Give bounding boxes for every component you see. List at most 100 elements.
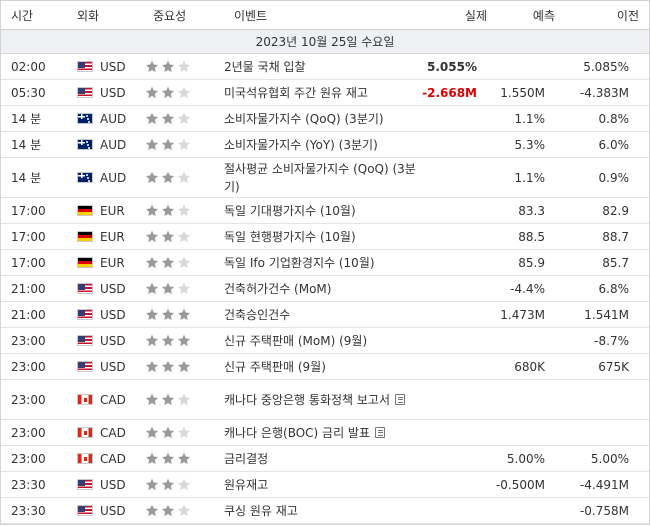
event-forecast: 1.1% — [514, 170, 546, 185]
event-name[interactable]: 미국석유협회 주간 원유 재고 — [224, 86, 368, 100]
event-previous: 1.541M — [584, 307, 629, 322]
event-row[interactable]: 05:30 USD 미국석유협회 주간 원유 재고 -2.668M 1.550M -4.3… — [1, 80, 649, 106]
star-filled-icon — [145, 452, 159, 465]
event-forecast: 88.5 — [518, 229, 545, 244]
event-name[interactable]: 2년물 국채 입찰 — [224, 60, 306, 74]
event-row[interactable]: 02:00 USD 2년물 국채 입찰 5.055% 5.085% — [1, 54, 649, 80]
event-name[interactable]: 소비자물가지수 (QoQ) (3분기) — [224, 112, 384, 126]
event-row[interactable]: 23:00 USD 신규 주택판매 (9월) 680K 675K — [1, 354, 649, 380]
document-icon[interactable] — [395, 393, 406, 405]
importance-stars — [133, 478, 220, 491]
event-row[interactable]: 21:00 USD 건축허가건수 (MoM) -4.4% 6.8% — [1, 276, 649, 302]
event-name-cell[interactable]: 절사평균 소비자물가지수 (QoQ) (3분기) — [220, 160, 417, 196]
star-filled-icon — [161, 230, 175, 243]
flag-us-icon — [77, 283, 93, 294]
event-time: 21:00 — [11, 281, 46, 296]
flag-de-icon — [77, 257, 93, 268]
header-currency[interactable]: 외화 — [67, 7, 143, 24]
event-row[interactable]: 23:00 CAD 캐나다 은행(BOC) 금리 발표 — [1, 420, 649, 446]
event-name[interactable]: 캐나다 중앙은행 통화정책 보고서 — [224, 393, 390, 407]
star-filled-icon — [161, 282, 175, 295]
star-empty-icon — [177, 230, 191, 243]
event-row[interactable]: 14 분 AUD 소비자물가지수 (YoY) (3분기) 5.3% 6.0% — [1, 132, 649, 158]
star-filled-icon — [161, 504, 175, 517]
event-name[interactable]: 쿠싱 원유 재고 — [224, 504, 298, 518]
event-name-cell[interactable]: 미국석유협회 주간 원유 재고 — [220, 84, 417, 102]
event-name-cell[interactable]: 독일 기대평가지수 (10월) — [220, 202, 417, 220]
star-filled-icon — [145, 204, 159, 217]
event-name[interactable]: 절사평균 소비자물가지수 (QoQ) (3분기) — [224, 162, 416, 194]
header-forecast[interactable]: 예측 — [487, 7, 555, 24]
event-row[interactable]: 23:30 USD 쿠싱 원유 재고 -0.758M — [1, 498, 649, 524]
event-name[interactable]: 건축허가건수 (MoM) — [224, 282, 331, 296]
event-time: 17:00 — [11, 255, 46, 270]
event-name-cell[interactable]: 독일 Ifo 기업환경지수 (10월) — [220, 254, 417, 272]
event-name[interactable]: 캐나다 은행(BOC) 금리 발표 — [224, 426, 370, 440]
event-name-cell[interactable]: 독일 현행평가지수 (10월) — [220, 228, 417, 246]
event-time: 17:00 — [11, 229, 46, 244]
event-name[interactable]: 독일 현행평가지수 (10월) — [224, 230, 356, 244]
event-row[interactable]: 23:00 CAD 캐나다 중앙은행 통화정책 보고서 — [1, 380, 649, 420]
event-time: 23:00 — [11, 425, 46, 440]
event-name-cell[interactable]: 캐나다 중앙은행 통화정책 보고서 — [220, 391, 417, 409]
importance-stars — [133, 393, 220, 406]
event-row[interactable]: 14 분 AUD 절사평균 소비자물가지수 (QoQ) (3분기) 1.1% 0.9% — [1, 158, 649, 198]
event-name-cell[interactable]: 건축승인건수 — [220, 306, 417, 324]
event-row[interactable]: 17:00 EUR 독일 현행평가지수 (10월) 88.5 88.7 — [1, 224, 649, 250]
event-name[interactable]: 독일 기대평가지수 (10월) — [224, 204, 356, 218]
event-name[interactable]: 신규 주택판매 (MoM) (9월) — [224, 334, 367, 348]
currency-code: CAD — [100, 425, 126, 440]
event-name[interactable]: 신규 주택판매 (9월) — [224, 360, 326, 374]
event-name[interactable]: 독일 Ifo 기업환경지수 (10월) — [224, 256, 375, 270]
event-name-cell[interactable]: 신규 주택판매 (MoM) (9월) — [220, 332, 417, 350]
document-icon[interactable] — [375, 426, 386, 438]
star-filled-icon — [145, 112, 159, 125]
event-forecast: -4.4% — [510, 281, 545, 296]
event-name[interactable]: 소비자물가지수 (YoY) (3분기) — [224, 138, 378, 152]
event-name[interactable]: 건축승인건수 — [224, 308, 290, 322]
flag-us-icon — [77, 87, 93, 98]
event-name[interactable]: 원유재고 — [224, 478, 268, 492]
importance-stars — [133, 138, 220, 151]
event-name-cell[interactable]: 건축허가건수 (MoM) — [220, 280, 417, 298]
event-row[interactable]: 23:30 USD 원유재고 -0.500M -4.491M — [1, 472, 649, 498]
star-filled-icon — [145, 60, 159, 73]
event-row[interactable]: 21:00 USD 건축승인건수 1.473M 1.541M — [1, 302, 649, 328]
currency-code: EUR — [100, 203, 125, 218]
event-rows: 02:00 USD 2년물 국채 입찰 5.055% 5.085% 05:30 USD 미국석… — [1, 54, 649, 524]
star-filled-icon — [177, 334, 191, 347]
flag-au-icon — [77, 139, 93, 150]
event-name[interactable]: 금리결정 — [224, 452, 268, 466]
event-name-cell[interactable]: 쿠싱 원유 재고 — [220, 502, 417, 520]
event-forecast: 5.00% — [506, 451, 545, 466]
star-empty-icon — [177, 138, 191, 151]
importance-stars — [133, 308, 220, 321]
header-previous[interactable]: 이전 — [555, 7, 639, 24]
event-name-cell[interactable]: 금리결정 — [220, 450, 417, 468]
event-row[interactable]: 17:00 EUR 독일 기대평가지수 (10월) 83.3 82.9 — [1, 198, 649, 224]
event-row[interactable]: 14 분 AUD 소비자물가지수 (QoQ) (3분기) 1.1% 0.8% — [1, 106, 649, 132]
currency-code: USD — [100, 359, 126, 374]
event-row[interactable]: 23:00 USD 신규 주택판매 (MoM) (9월) -8.7% — [1, 328, 649, 354]
event-name-cell[interactable]: 소비자물가지수 (QoQ) (3분기) — [220, 110, 417, 128]
header-event[interactable]: 이벤트 — [230, 7, 427, 24]
star-filled-icon — [161, 60, 175, 73]
event-row[interactable]: 23:00 CAD 금리결정 5.00% 5.00% — [1, 446, 649, 472]
flag-ca-icon — [77, 453, 93, 464]
star-empty-icon — [177, 112, 191, 125]
event-row[interactable]: 17:00 EUR 독일 Ifo 기업환경지수 (10월) 85.9 85.7 — [1, 250, 649, 276]
star-filled-icon — [145, 308, 159, 321]
header-actual[interactable]: 실제 — [427, 7, 487, 24]
event-name-cell[interactable]: 2년물 국채 입찰 — [220, 58, 417, 76]
event-name-cell[interactable]: 캐나다 은행(BOC) 금리 발표 — [220, 424, 417, 442]
event-time: 14 분 — [11, 112, 42, 126]
header-importance[interactable]: 중요성 — [143, 7, 230, 24]
importance-stars — [133, 334, 220, 347]
currency-code: USD — [100, 281, 126, 296]
event-name-cell[interactable]: 소비자물가지수 (YoY) (3분기) — [220, 136, 417, 154]
star-filled-icon — [145, 230, 159, 243]
event-name-cell[interactable]: 원유재고 — [220, 476, 417, 494]
event-currency: EUR — [67, 256, 133, 270]
event-name-cell[interactable]: 신규 주택판매 (9월) — [220, 358, 417, 376]
header-time[interactable]: 시간 — [1, 7, 67, 24]
